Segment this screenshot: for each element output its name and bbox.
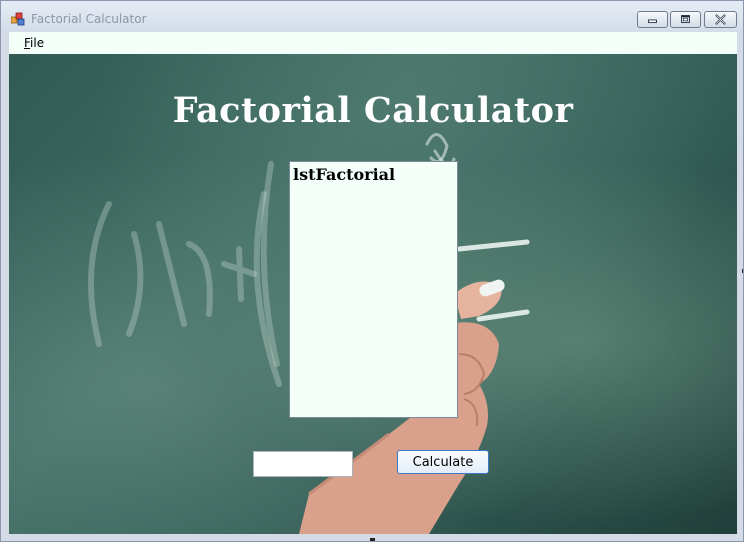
maximize-icon	[681, 15, 690, 24]
app-window: Factorial Calculator File Factorial Calc…	[0, 0, 744, 542]
menu-bar: File	[9, 32, 737, 54]
minimize-icon	[648, 19, 657, 24]
window-title: Factorial Calculator	[31, 12, 147, 26]
calculate-button[interactable]: Calculate	[397, 450, 489, 474]
number-input[interactable]	[253, 451, 353, 477]
factorial-listbox[interactable]: lstFactorial	[289, 161, 458, 418]
title-bar[interactable]: Factorial Calculator	[1, 1, 743, 32]
menu-item-file[interactable]: File	[24, 36, 44, 50]
app-icon[interactable]	[10, 12, 25, 26]
list-item[interactable]: lstFactorial	[293, 165, 395, 184]
menu-file-label: ile	[30, 36, 45, 50]
maximize-button[interactable]	[670, 11, 701, 28]
form-client-area: Factorial Calculator lstFactorial Calcul…	[9, 54, 737, 534]
resize-handle[interactable]	[370, 538, 375, 541]
close-icon	[715, 14, 726, 25]
page-title: Factorial Calculator	[172, 90, 574, 131]
minimize-button[interactable]	[637, 11, 668, 28]
close-button[interactable]	[704, 11, 737, 28]
